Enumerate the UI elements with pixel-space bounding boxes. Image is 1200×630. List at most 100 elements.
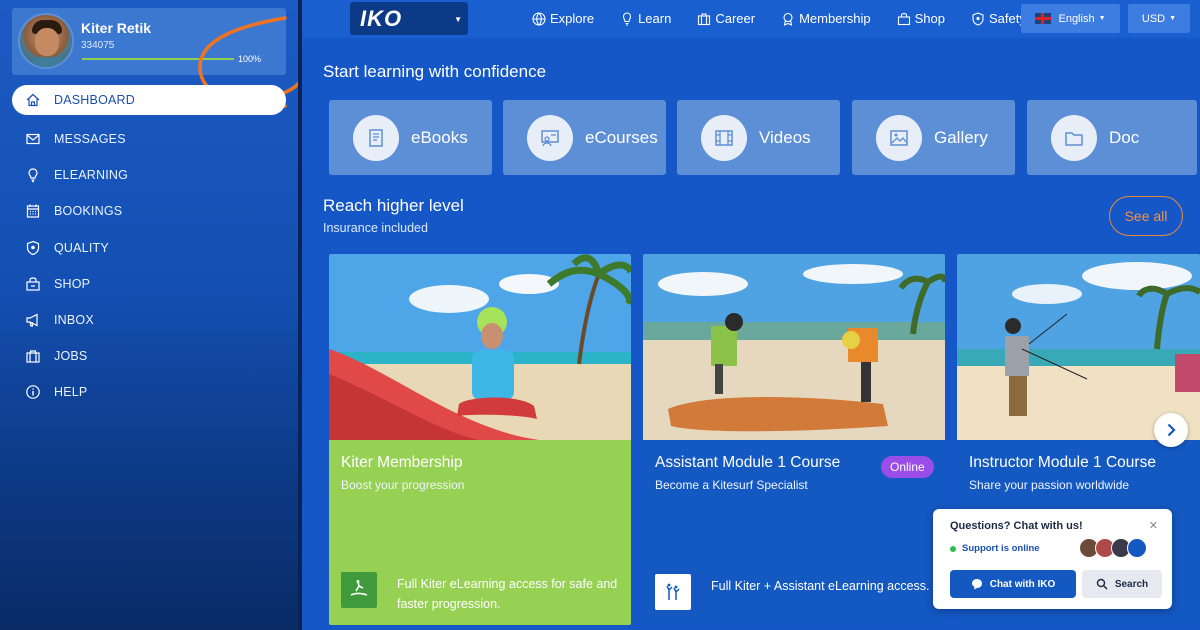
- sidebar-item-shop[interactable]: SHOP: [12, 266, 286, 302]
- resource-label: eCourses: [585, 127, 658, 147]
- carousel-next-button[interactable]: [1154, 413, 1188, 447]
- nav-membership[interactable]: Membership: [781, 11, 871, 26]
- resource-ebooks[interactable]: eBooks: [329, 100, 492, 175]
- nav-label: Membership: [799, 11, 871, 26]
- nav-label: Shop: [914, 11, 945, 26]
- resource-ecourses[interactable]: eCourses: [503, 100, 666, 175]
- courses-section-title: Reach higher level: [323, 196, 464, 215]
- profile-progress-label: 100%: [238, 54, 262, 64]
- presentation-icon: [527, 114, 573, 161]
- resource-gallery[interactable]: Gallery: [852, 100, 1015, 175]
- nav-label: Learn: [638, 11, 672, 26]
- shield-icon: [972, 11, 984, 26]
- resource-label: eBooks: [411, 127, 468, 147]
- courses-section-subtitle: Insurance included: [323, 221, 428, 235]
- sidebar-item-label: ELEARNING: [54, 168, 129, 183]
- course-title: Instructor Module 1 Course: [969, 454, 1156, 471]
- chat-status: Support is online: [950, 543, 1040, 554]
- search-button-label: Search: [1114, 578, 1149, 590]
- avatar: [1127, 538, 1147, 558]
- resource-label: Videos: [759, 127, 811, 147]
- info-icon: [24, 383, 42, 401]
- course-card-assistant-module[interactable]: Assistant Module 1 Course Online Become …: [643, 254, 945, 625]
- sidebar-item-label: SHOP: [54, 276, 91, 291]
- chat-bubble-icon: [971, 579, 982, 590]
- support-avatars: [1079, 538, 1147, 558]
- logo-text: IKO: [360, 5, 403, 31]
- shop-icon: [24, 275, 42, 293]
- award-icon: [783, 12, 793, 26]
- sidebar-item-label: DASHBOARD: [54, 93, 135, 107]
- sidebar-item-elearning[interactable]: ELEARNING: [12, 157, 286, 193]
- sidebar-item-inbox[interactable]: INBOX: [12, 302, 286, 338]
- see-all-button[interactable]: See all: [1109, 196, 1183, 236]
- shop-icon: [897, 12, 910, 25]
- language-label: English: [1058, 12, 1095, 25]
- course-card-kiter-membership[interactable]: Kiter Membership Boost your progression …: [329, 254, 631, 625]
- shield-icon: [24, 239, 42, 257]
- folder-icon: [1051, 114, 1097, 161]
- sidebar: Kiter Retik 334075 100% DASHBOARD MESSAG…: [0, 0, 306, 630]
- language-select[interactable]: English ▼: [1021, 4, 1120, 33]
- course-subtitle: Share your passion worldwide: [969, 478, 1130, 492]
- course-photo: [957, 254, 1200, 440]
- chat-title: Questions? Chat with us!: [950, 520, 1083, 532]
- nav-explore[interactable]: Explore: [532, 11, 594, 26]
- lightbulb-icon: [24, 166, 42, 184]
- sidebar-item-quality[interactable]: QUALITY: [12, 230, 286, 266]
- nav-shop[interactable]: Shop: [897, 11, 945, 26]
- chat-widget: Questions? Chat with us! ✕ Support is on…: [933, 509, 1172, 609]
- course-description: Full Kiter + Assistant eLearning access.: [711, 579, 930, 593]
- search-icon: [1096, 578, 1108, 590]
- search-button[interactable]: Search: [1082, 570, 1162, 598]
- megaphone-icon: [24, 311, 42, 329]
- sidebar-item-dashboard[interactable]: DASHBOARD: [12, 85, 286, 115]
- sidebar-item-jobs[interactable]: JOBS: [12, 338, 286, 374]
- sidebar-item-messages[interactable]: MESSAGES: [12, 121, 286, 157]
- course-body: Assistant Module 1 Course Online Become …: [643, 440, 945, 625]
- image-icon: [876, 114, 922, 161]
- profile-card[interactable]: Kiter Retik 334075 100%: [12, 8, 286, 75]
- online-dot-icon: [950, 545, 956, 552]
- course-description: Full Kiter eLearning access for safe and…: [397, 577, 618, 611]
- chat-with-iko-button[interactable]: Chat with IKO: [950, 570, 1076, 598]
- profile-progress-bar: [82, 58, 234, 60]
- chevron-right-icon: [1167, 423, 1176, 437]
- course-photo: [329, 254, 631, 440]
- resource-videos[interactable]: Videos: [677, 100, 840, 175]
- course-photo: [643, 254, 945, 440]
- kiter-icon: [341, 572, 377, 608]
- avatar[interactable]: [18, 13, 74, 69]
- briefcase-icon: [24, 347, 42, 365]
- chevron-down-icon: ▼: [1098, 15, 1106, 22]
- envelope-icon: [24, 130, 42, 148]
- course-body: Kiter Membership Boost your progression …: [329, 440, 631, 625]
- profile-progress-fill: [82, 58, 234, 60]
- lightbulb-icon: [623, 11, 632, 26]
- nav-label: Explore: [550, 11, 595, 26]
- currency-select[interactable]: USD ▼: [1128, 4, 1190, 33]
- nav-label: Career: [715, 11, 756, 26]
- sidebar-item-label: JOBS: [54, 349, 88, 364]
- online-badge: Online: [881, 456, 934, 478]
- course-title: Assistant Module 1 Course: [655, 454, 841, 471]
- sidebar-nav: DASHBOARD MESSAGES ELEARNING BOOKINGS QU…: [12, 85, 286, 411]
- chevron-down-icon: ▼: [454, 15, 462, 24]
- iko-logo[interactable]: IKO ▼: [350, 2, 468, 35]
- chevron-down-icon: ▼: [1169, 15, 1177, 22]
- sidebar-item-bookings[interactable]: BOOKINGS: [12, 193, 286, 229]
- course-subtitle: Become a Kitesurf Specialist: [655, 478, 808, 492]
- nav-safety[interactable]: Safety: [971, 11, 1026, 26]
- close-icon[interactable]: ✕: [1149, 519, 1158, 532]
- currency-label: USD: [1141, 12, 1166, 25]
- resource-label: Doc: [1109, 127, 1140, 147]
- nav-learn[interactable]: Learn: [620, 11, 671, 26]
- home-icon: [24, 91, 42, 109]
- sidebar-item-help[interactable]: HELP: [12, 374, 286, 410]
- course-subtitle: Boost your progression: [341, 478, 465, 492]
- sidebar-item-label: QUALITY: [54, 240, 109, 255]
- chat-button-label: Chat with IKO: [989, 578, 1056, 590]
- nav-career[interactable]: Career: [697, 11, 755, 26]
- resource-doc[interactable]: Doc: [1027, 100, 1197, 175]
- sidebar-item-label: HELP: [54, 385, 88, 400]
